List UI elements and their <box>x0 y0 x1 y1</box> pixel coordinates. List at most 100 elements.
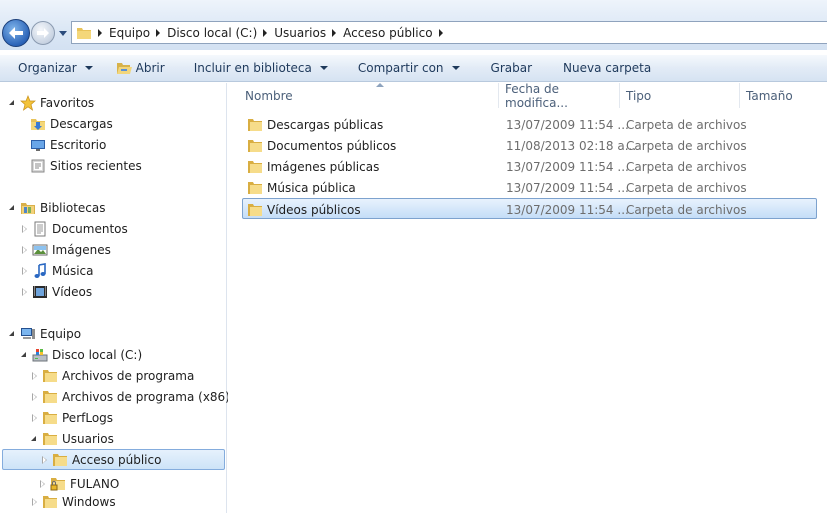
abrir-label: Abrir <box>135 61 165 75</box>
folder-icon <box>42 431 58 447</box>
folder-icon <box>247 117 263 133</box>
expand-arrow-icon[interactable] <box>20 287 30 297</box>
history-dropdown-icon[interactable] <box>58 29 68 37</box>
nav-item-perflogs[interactable]: PerfLogs <box>30 407 113 428</box>
desktop-icon <box>30 137 46 153</box>
file-row[interactable]: Música pública 13/07/2009 11:54 ... Carp… <box>242 177 817 198</box>
collapse-arrow-icon[interactable] <box>30 434 40 444</box>
nav-item-imagenes[interactable]: Imágenes <box>20 239 111 260</box>
breadcrumb[interactable]: Equipo Disco local (C:) Usuarios Acceso … <box>71 21 827 44</box>
breadcrumb-label[interactable]: Acceso público <box>343 26 432 40</box>
column-header-tamano[interactable]: Tamaño <box>740 83 827 108</box>
expand-arrow-icon[interactable] <box>30 413 40 423</box>
breadcrumb-label[interactable]: Disco local (C:) <box>167 26 257 40</box>
folder-icon <box>42 494 58 510</box>
navigation-pane[interactable]: Favoritos Descargas Escritorio Sitios re… <box>0 83 230 513</box>
column-header-nombre[interactable]: Nombre <box>239 83 499 108</box>
expand-arrow-icon[interactable] <box>30 392 40 402</box>
star-icon <box>20 94 36 111</box>
column-header-tipo[interactable]: Tipo <box>620 83 740 108</box>
arrow-left-icon <box>9 27 23 39</box>
nav-label: Sitios recientes <box>50 158 142 173</box>
nav-item-bibliotecas[interactable]: Bibliotecas <box>8 197 105 218</box>
chevron-right-icon[interactable] <box>438 28 443 37</box>
file-row[interactable]: Descargas públicas 13/07/2009 11:54 ... … <box>242 114 817 135</box>
nav-item-sitios-recientes[interactable]: Sitios recientes <box>30 155 142 176</box>
nav-item-acceso-publico[interactable]: Acceso público <box>2 449 225 470</box>
collapse-arrow-icon[interactable] <box>8 329 18 339</box>
breadcrumb-item-usuarios[interactable]: Usuarios <box>263 26 326 40</box>
chevron-down-icon <box>319 66 328 70</box>
chevron-right-icon[interactable] <box>156 28 161 37</box>
nav-label: Imágenes <box>52 242 111 257</box>
breadcrumb-label[interactable]: Equipo <box>109 26 150 40</box>
nav-label: Favoritos <box>40 95 95 110</box>
file-row[interactable]: Documentos públicos 11/08/2013 02:18 a..… <box>242 135 817 156</box>
nav-item-videos[interactable]: Vídeos <box>20 281 92 302</box>
breadcrumb-item-disco[interactable]: Disco local (C:) <box>156 26 257 40</box>
nav-item-windows[interactable]: Windows <box>30 491 116 512</box>
nav-item-descargas[interactable]: Descargas <box>30 113 113 134</box>
nav-item-usuarios[interactable]: Usuarios <box>30 428 114 449</box>
nav-label: Música <box>52 263 94 278</box>
nav-item-archivos-programa[interactable]: Archivos de programa <box>30 365 194 386</box>
file-row-selected[interactable]: Vídeos públicos 13/07/2009 11:54 ... Car… <box>242 198 817 219</box>
column-header-fecha[interactable]: Fecha de modifica... <box>499 82 620 110</box>
file-type: Carpeta de archivos <box>626 202 747 217</box>
organizar-label: Organizar <box>18 61 77 75</box>
breadcrumb-item-acceso-publico[interactable]: Acceso público <box>332 26 433 40</box>
organizar-button[interactable]: Organizar <box>18 55 93 81</box>
collapse-arrow-icon[interactable] <box>8 98 18 108</box>
folder-icon <box>247 138 263 154</box>
breadcrumb-trailing-chevron[interactable] <box>438 28 450 37</box>
file-type: Carpeta de archivos <box>626 180 747 195</box>
expand-arrow-icon[interactable] <box>30 497 40 507</box>
arrow-right-icon <box>37 28 49 38</box>
nav-item-favoritos[interactable]: Favoritos <box>8 92 94 113</box>
nav-item-documentos[interactable]: Documentos <box>20 218 128 239</box>
recent-places-icon <box>30 158 46 174</box>
folder-icon <box>247 180 263 196</box>
nav-item-disco-local[interactable]: Disco local (C:) <box>20 344 142 365</box>
nav-item-escritorio[interactable]: Escritorio <box>30 134 106 155</box>
breadcrumb-label[interactable]: Usuarios <box>274 26 326 40</box>
folder-icon <box>42 389 58 405</box>
nav-item-archivos-programa-x86[interactable]: Archivos de programa (x86) <box>30 386 230 407</box>
nav-item-equipo[interactable]: Equipo <box>8 323 81 344</box>
collapse-arrow-icon[interactable] <box>20 350 30 360</box>
chevron-right-icon[interactable] <box>98 28 102 37</box>
locked-folder-icon <box>50 476 66 492</box>
grabar-button[interactable]: Grabar <box>491 55 533 81</box>
collapse-arrow-icon[interactable] <box>8 203 18 213</box>
chevron-right-icon[interactable] <box>332 28 337 37</box>
nav-label: Usuarios <box>62 431 114 446</box>
sort-ascending-icon <box>376 83 384 87</box>
nav-label: FULANO <box>70 476 120 491</box>
column-label: Tipo <box>626 88 652 103</box>
compartir-con-button[interactable]: Compartir con <box>358 55 460 81</box>
breadcrumb-item-equipo[interactable]: Equipo <box>98 26 150 40</box>
nueva-carpeta-button[interactable]: Nueva carpeta <box>563 55 651 81</box>
nav-label: Descargas <box>50 116 113 131</box>
expand-arrow-icon[interactable] <box>40 455 50 465</box>
incluir-biblioteca-button[interactable]: Incluir en biblioteca <box>194 55 328 81</box>
expand-arrow-icon[interactable] <box>38 479 48 489</box>
computer-icon <box>20 326 36 342</box>
expand-arrow-icon[interactable] <box>20 224 30 234</box>
file-row[interactable]: Imágenes públicas 13/07/2009 11:54 ... C… <box>242 156 817 177</box>
abrir-button[interactable]: Abrir <box>116 55 165 81</box>
folder-icon <box>52 452 68 468</box>
nav-label: Archivos de programa <box>62 368 195 383</box>
file-list-pane[interactable]: Nombre Fecha de modifica... Tipo Tamaño … <box>228 82 827 513</box>
nav-item-musica[interactable]: Música <box>20 260 94 281</box>
chevron-right-icon[interactable] <box>263 28 268 37</box>
back-button[interactable] <box>2 19 30 47</box>
chevron-down-icon <box>84 66 93 70</box>
nav-label: Documentos <box>52 221 128 236</box>
documents-icon <box>32 221 48 237</box>
expand-arrow-icon[interactable] <box>30 371 40 381</box>
nav-label: Archivos de programa (x86) <box>62 389 230 404</box>
forward-button[interactable] <box>31 21 55 45</box>
expand-arrow-icon[interactable] <box>20 245 30 255</box>
expand-arrow-icon[interactable] <box>20 266 30 276</box>
